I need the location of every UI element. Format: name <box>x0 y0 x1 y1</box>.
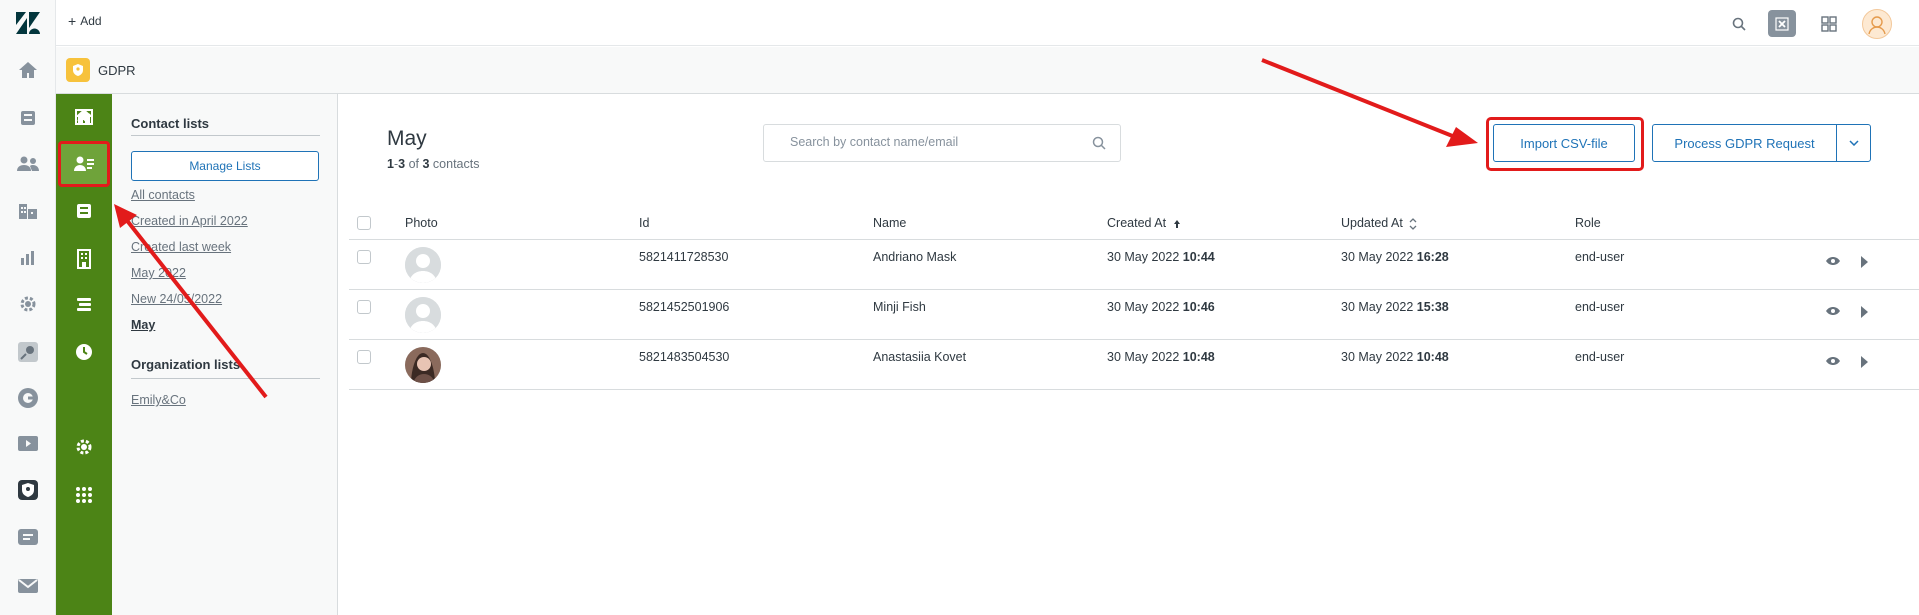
list-may-2022[interactable]: May 2022 <box>131 266 186 280</box>
table-header: Photo Id Name Created At Updated At Role <box>349 204 1919 240</box>
app-nav <box>56 94 112 615</box>
gdpr-app-badge-icon <box>66 58 90 82</box>
app-icon[interactable] <box>14 338 42 366</box>
divider <box>131 378 320 379</box>
organizations-icon[interactable] <box>14 197 42 225</box>
col-role: Role <box>1575 216 1601 230</box>
customers-icon[interactable] <box>14 150 42 178</box>
contact-id: 5821411728530 <box>639 250 729 264</box>
nav-organizations-icon[interactable] <box>56 236 112 282</box>
row-checkbox[interactable] <box>357 300 371 314</box>
user-photo-icon <box>405 347 441 383</box>
result-count: 1-3 of 3 contacts <box>387 157 480 171</box>
nav-contacts-icon[interactable] <box>58 141 110 187</box>
sort-icon <box>1409 217 1417 230</box>
nav-gear-icon[interactable] <box>56 424 112 470</box>
contact-role: end-user <box>1575 250 1625 264</box>
user-avatar[interactable] <box>1862 9 1892 39</box>
select-all-checkbox[interactable] <box>357 216 371 230</box>
list-may-current[interactable]: May <box>131 318 155 332</box>
app-icon[interactable] <box>14 430 42 458</box>
updated-at: 30 May 2022 10:48 <box>1341 350 1449 364</box>
reporting-icon[interactable] <box>14 243 42 271</box>
chevron-down-icon[interactable] <box>1836 124 1871 162</box>
view-eye-icon[interactable] <box>1825 256 1841 266</box>
search-icon[interactable] <box>1726 11 1752 37</box>
sort-asc-icon <box>1173 219 1181 229</box>
contact-name: Anastasiia Kovet <box>873 350 967 364</box>
created-at: 30 May 2022 10:46 <box>1107 300 1215 314</box>
created-at: 30 May 2022 10:44 <box>1107 250 1215 264</box>
updated-at: 30 May 2022 15:38 <box>1341 300 1449 314</box>
list-created-last-week[interactable]: Created last week <box>131 240 231 254</box>
add-button[interactable]: + Add <box>68 14 102 28</box>
open-play-icon[interactable] <box>1859 305 1869 319</box>
contact-role: end-user <box>1575 300 1625 314</box>
col-updated-at[interactable]: Updated At <box>1341 216 1417 230</box>
list-new-24-05-2022[interactable]: New 24/05/2022 <box>131 292 222 306</box>
organization-lists-heading: Organization lists <box>131 357 241 372</box>
views-icon[interactable] <box>14 104 42 132</box>
contacts-table: Photo Id Name Created At Updated At Role <box>349 204 1919 390</box>
contact-id: 5821483504530 <box>639 350 730 364</box>
app-header: GDPR <box>56 47 1919 94</box>
add-label: Add <box>80 14 102 28</box>
gdpr-app-icon[interactable] <box>14 476 42 504</box>
col-id: Id <box>639 216 650 230</box>
nav-inbox-icon[interactable] <box>56 188 112 234</box>
nav-chart-icon[interactable] <box>56 94 112 140</box>
product-tray-icon[interactable] <box>1816 11 1842 37</box>
created-at: 30 May 2022 10:48 <box>1107 350 1215 364</box>
search-input[interactable] <box>790 135 1080 149</box>
search-field[interactable] <box>763 124 1121 162</box>
admin-gear-icon[interactable] <box>14 290 42 318</box>
import-highlight: Import CSV-file <box>1486 117 1644 171</box>
table-row[interactable]: 5821411728530 Andriano Mask 30 May 2022 … <box>349 240 1919 290</box>
updated-at: 30 May 2022 16:28 <box>1341 250 1449 264</box>
divider <box>131 135 320 136</box>
lists-panel: Contact lists Manage Lists All contacts … <box>112 94 338 615</box>
open-play-icon[interactable] <box>1859 355 1869 369</box>
contact-role: end-user <box>1575 350 1625 364</box>
contact-lists-heading: Contact lists <box>131 116 210 131</box>
close-icon[interactable] <box>1768 10 1796 37</box>
app-title: GDPR <box>98 63 136 78</box>
app-icon[interactable] <box>14 384 42 412</box>
import-csv-button[interactable]: Import CSV-file <box>1493 124 1635 162</box>
page-title: May <box>387 127 427 150</box>
table-row[interactable]: 5821452501906 Minji Fish 30 May 2022 10:… <box>349 290 1919 340</box>
default-avatar-icon <box>405 297 441 333</box>
nav-clock-icon[interactable] <box>56 329 112 375</box>
col-name: Name <box>873 216 907 230</box>
process-gdpr-request-button[interactable]: Process GDPR Request <box>1652 124 1837 162</box>
list-all-contacts[interactable]: All contacts <box>131 188 195 202</box>
nav-apps-grid-icon[interactable] <box>56 472 112 518</box>
search-icon[interactable] <box>1092 136 1106 150</box>
table-row[interactable]: 5821483504530 Anastasiia Kovet 30 May 20… <box>349 340 1919 390</box>
top-bar: + Add <box>56 0 1919 46</box>
contact-name: Minji Fish <box>873 300 926 314</box>
zendesk-logo-icon[interactable] <box>16 12 40 34</box>
row-checkbox[interactable] <box>357 350 371 364</box>
app-icon[interactable] <box>14 524 42 552</box>
manage-lists-button[interactable]: Manage Lists <box>131 151 319 181</box>
view-eye-icon[interactable] <box>1825 306 1841 316</box>
contact-name: Andriano Mask <box>873 250 957 264</box>
default-avatar-icon <box>405 247 441 283</box>
global-rail <box>0 0 56 615</box>
col-photo: Photo <box>405 216 438 230</box>
plus-icon: + <box>68 13 77 29</box>
list-created-april-2022[interactable]: Created in April 2022 <box>131 214 248 228</box>
nav-stack-icon[interactable] <box>56 282 112 328</box>
list-emily-co[interactable]: Emily&Co <box>131 393 186 407</box>
main-content: May 1-3 of 3 contacts Import CSV-file Pr… <box>339 94 1919 615</box>
col-created-at[interactable]: Created At <box>1107 216 1181 230</box>
contact-id: 5821452501906 <box>639 300 730 314</box>
row-checkbox[interactable] <box>357 250 371 264</box>
home-icon[interactable] <box>14 56 42 84</box>
app-icon[interactable] <box>14 572 42 600</box>
open-play-icon[interactable] <box>1859 255 1869 269</box>
view-eye-icon[interactable] <box>1825 356 1841 366</box>
